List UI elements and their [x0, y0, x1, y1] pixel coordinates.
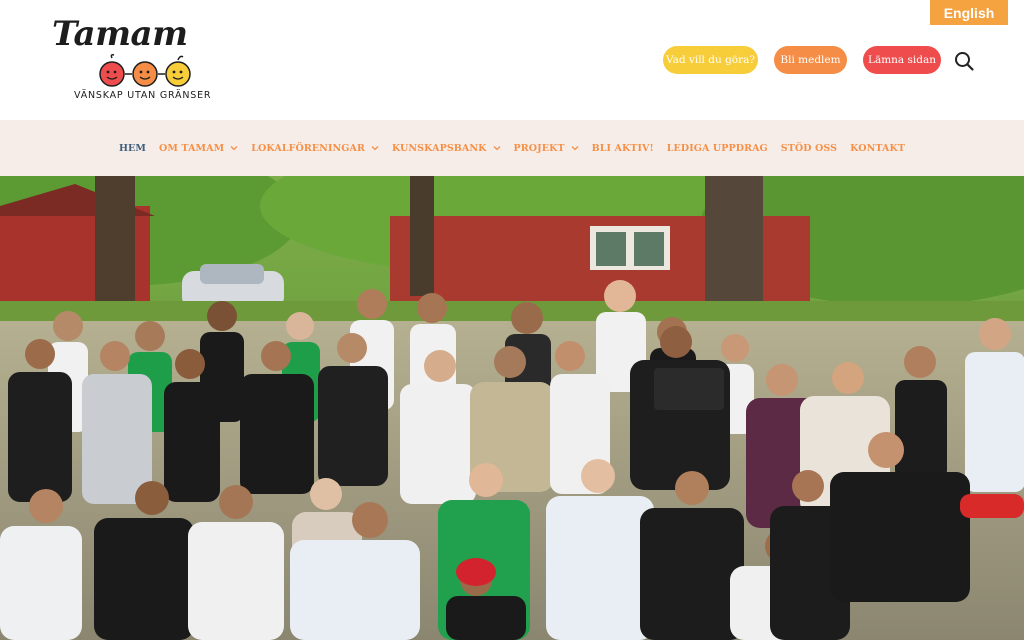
nav-item-lediga-uppdrag[interactable]: LEDIGA UPPDRAG — [667, 143, 768, 154]
tamam-logo[interactable]: Tamam VÄNSKAP UTAN GRÄNSER — [52, 14, 210, 104]
logo-wordmark: Tamam — [52, 14, 188, 54]
site-header: Tamam VÄNSKAP UTAN GRÄNSER English Vad v… — [0, 0, 1024, 120]
search-icon[interactable] — [953, 50, 975, 72]
nav-item-stod-oss[interactable]: STÖD OSS — [781, 143, 837, 154]
chevron-down-icon — [493, 146, 500, 151]
nav-item-kontakt[interactable]: KONTAKT — [850, 143, 905, 154]
group-photo-illustration — [0, 176, 1024, 640]
nav-item-bli-aktiv[interactable]: BLI AKTIV! — [592, 143, 654, 154]
main-navigation: HEM OM TAMAM LOKALFÖRENINGAR KUNSKAPSBAN… — [0, 120, 1024, 176]
what-to-do-button[interactable]: Vad vill du göra? — [663, 46, 758, 74]
leave-site-button[interactable]: Lämna sidan — [863, 46, 941, 74]
nav-item-projekt[interactable]: PROJEKT — [514, 143, 579, 154]
become-member-button[interactable]: Bli medlem — [774, 46, 847, 74]
nav-item-kunskapsbank[interactable]: KUNSKAPSBANK — [392, 143, 501, 154]
logo-tagline: VÄNSKAP UTAN GRÄNSER — [74, 90, 212, 101]
language-button[interactable]: English — [930, 0, 1008, 25]
nav-item-lokalforeningar[interactable]: LOKALFÖRENINGAR — [251, 143, 379, 154]
logo-fruit-icon — [99, 54, 191, 87]
chevron-down-icon — [571, 146, 579, 151]
chevron-down-icon — [230, 146, 238, 151]
nav-item-om-tamam[interactable]: OM TAMAM — [159, 143, 238, 154]
chevron-down-icon — [371, 146, 379, 151]
hero-group-photo — [0, 176, 1024, 640]
nav-item-hem[interactable]: HEM — [119, 143, 146, 154]
